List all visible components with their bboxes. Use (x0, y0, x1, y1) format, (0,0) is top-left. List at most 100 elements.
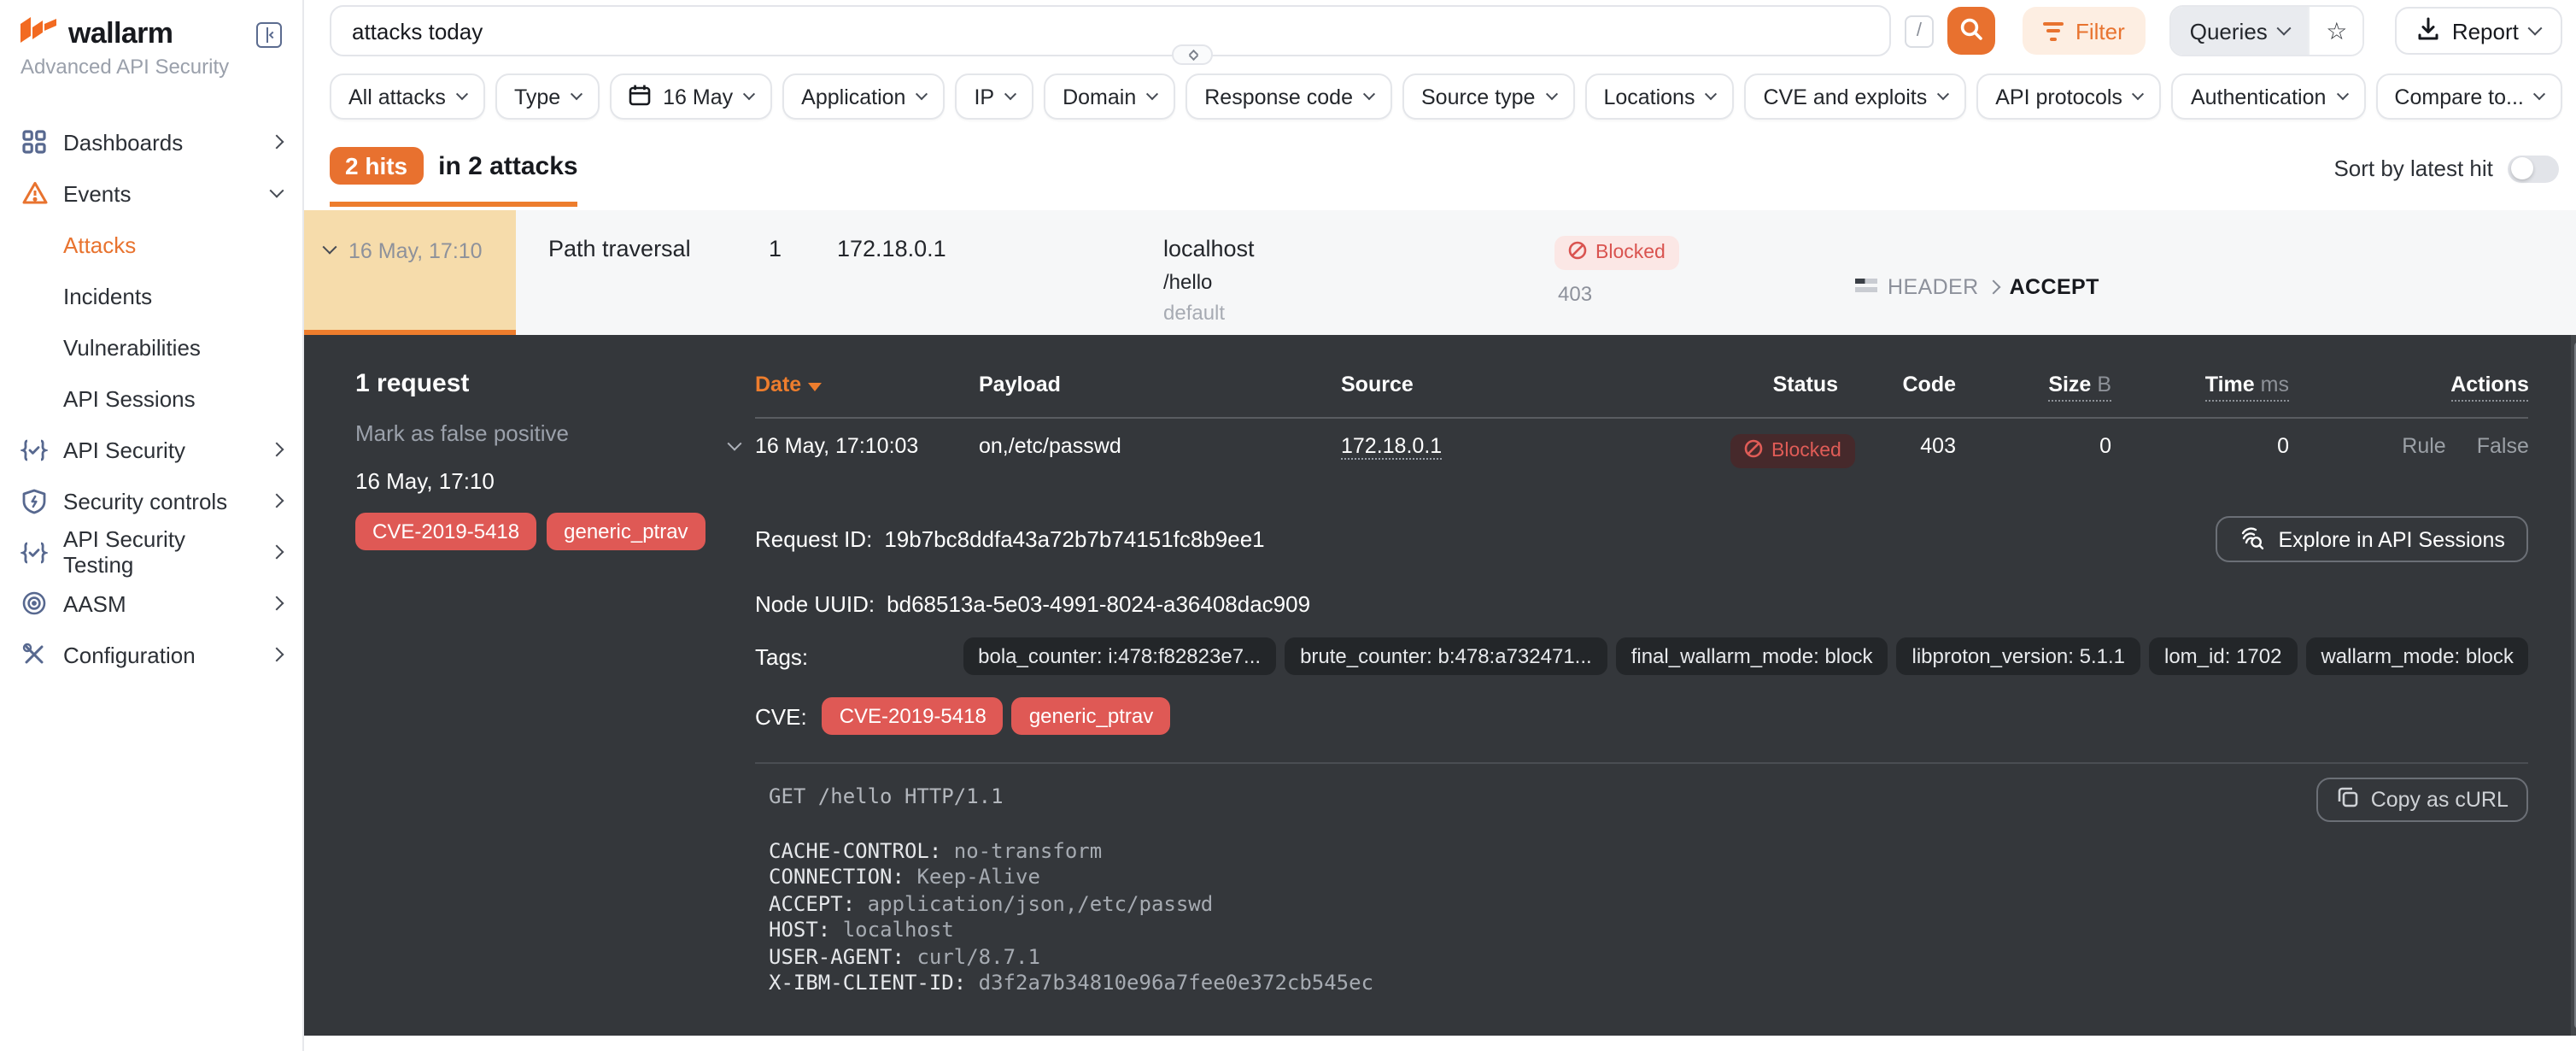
chevron-down-icon (2133, 88, 2145, 100)
cve-chip[interactable]: CVE-2019-5418 (823, 697, 1004, 735)
search-button[interactable] (1947, 7, 1995, 55)
hits-suffix: in 2 attacks (438, 151, 577, 180)
filter-chip-date[interactable]: 16 May (610, 73, 772, 120)
cve-tag[interactable]: CVE-2019-5418 (355, 513, 536, 550)
tag-chip[interactable]: final_wallarm_mode: block (1616, 637, 1888, 675)
sidebar-item-attacks[interactable]: Attacks (20, 219, 282, 270)
sidebar-item-aasm[interactable]: AASM (20, 578, 282, 629)
request-row-date[interactable]: 16 May, 17:10:03 (755, 419, 979, 465)
tag-chip[interactable]: wallarm_mode: block (2305, 637, 2528, 675)
filter-chip-response-code[interactable]: Response code (1186, 73, 1392, 120)
queries-button[interactable]: Queries (2171, 7, 2309, 55)
download-icon (2418, 16, 2440, 45)
source-ip-link[interactable]: 172.18.0.1 (1341, 434, 1442, 460)
sidebar-item-api-security[interactable]: API Security (20, 424, 282, 475)
rule-action-link[interactable]: Rule (2402, 434, 2445, 465)
queries-button-label: Queries (2190, 18, 2268, 44)
http-header-line: ACCEPT: application/json,/etc/passwd (769, 891, 2529, 918)
column-header-date[interactable]: Date (755, 335, 979, 419)
header-key: HOST: (769, 918, 830, 942)
attack-row[interactable]: 16 May, 17:10 Path traversal 1 172.18.0.… (304, 210, 2576, 335)
favorite-star-button[interactable]: ☆ (2309, 7, 2363, 55)
sidebar-item-events[interactable]: Events (20, 167, 282, 219)
filter-chip-all-attacks[interactable]: All attacks (330, 73, 485, 120)
filter-chip-domain[interactable]: Domain (1044, 73, 1175, 120)
header-unit: ms (2261, 373, 2289, 396)
tag-chip[interactable]: lom_id: 1702 (2149, 637, 2297, 675)
chevron-down-icon (270, 184, 284, 198)
filter-button[interactable]: Filter (2023, 7, 2146, 55)
hits-tab[interactable]: 2 hits in 2 attacks (330, 147, 578, 207)
filter-chip-cve-exploits[interactable]: CVE and exploits (1744, 73, 1966, 120)
attack-type[interactable]: Path traversal (516, 210, 769, 335)
request-row-source: 172.18.0.1 (1341, 419, 1730, 465)
sidebar-item-incidents[interactable]: Incidents (20, 270, 282, 321)
cve-chip[interactable]: generic_ptrav (1012, 697, 1170, 735)
sidebar-item-api-sessions[interactable]: API Sessions (20, 373, 282, 424)
sidebar-item-label: Events (63, 180, 132, 206)
false-action-link[interactable]: False (2477, 434, 2529, 465)
filter-chip-api-protocols[interactable]: API protocols (1976, 73, 2162, 120)
chevron-down-icon (1004, 88, 1016, 100)
chevron-down-icon (2336, 88, 2348, 100)
filter-chip-compare-to[interactable]: Compare to... (2375, 73, 2562, 120)
header-label: Payload (979, 373, 1061, 396)
sidebar-item-label: Security controls (63, 488, 227, 514)
attack-domain[interactable]: localhost (1163, 236, 1554, 261)
chevron-down-icon (1146, 88, 1158, 100)
blocked-label: Blocked (1595, 243, 1666, 263)
sidebar-item-label: API Security (63, 437, 185, 462)
report-button[interactable]: Report (2396, 7, 2563, 55)
header-label: Actions (2450, 373, 2529, 402)
header-label: Code (1903, 373, 1957, 396)
wallarm-logo-icon (20, 17, 58, 51)
filter-chip-type[interactable]: Type (495, 73, 600, 120)
request-row-size: 0 (1956, 419, 2111, 465)
header-value: localhost (843, 918, 954, 942)
header-label: Size (2048, 373, 2091, 396)
search-expander-handle[interactable] (1173, 44, 1214, 65)
braces-check-icon (20, 541, 48, 563)
chevron-down-icon (743, 88, 755, 100)
search-icon (1959, 16, 1983, 45)
sidebar-item-security-controls[interactable]: Security controls (20, 475, 282, 526)
column-header-actions[interactable]: Actions (2289, 335, 2529, 419)
node-uuid-row: Node UUID: bd68513a-5e03-4991-8024-a3640… (755, 591, 2529, 617)
header-label: Status (1773, 373, 1838, 396)
search-input[interactable]: attacks today (330, 5, 1891, 56)
filter-chip-application[interactable]: Application (782, 73, 945, 120)
tag-chip[interactable]: libproton_version: 5.1.1 (1897, 637, 2141, 675)
mark-false-positive-link[interactable]: Mark as false positive (355, 420, 755, 446)
tag-chip[interactable]: bola_counter: i:478:f82823e7... (963, 637, 1276, 675)
sort-toggle[interactable] (2509, 155, 2560, 182)
attack-source-ip[interactable]: 172.18.0.1 (837, 210, 1145, 335)
chip-label: Source type (1421, 85, 1535, 109)
chevron-right-icon (270, 596, 284, 611)
header-key: X-IBM-CLIENT-ID: (769, 971, 966, 995)
sidebar-item-configuration[interactable]: Configuration (20, 629, 282, 680)
attack-kind-tag[interactable]: generic_ptrav (547, 513, 705, 550)
column-header-code: Code (1838, 335, 1956, 419)
chip-label: Compare to... (2394, 85, 2523, 109)
blocked-icon (1744, 439, 1763, 463)
requests-table: Date Payload Source Status Code Size B T… (755, 335, 2529, 465)
sidebar-item-api-security-testing[interactable]: API Security Testing (20, 526, 282, 578)
column-header-size[interactable]: Size B (1956, 335, 2111, 419)
column-header-time[interactable]: Time ms (2111, 335, 2289, 419)
explore-api-sessions-button[interactable]: Explore in API Sessions (2215, 516, 2528, 562)
sidebar-item-dashboards[interactable]: Dashboards (20, 116, 282, 167)
braces-check-icon (20, 438, 48, 461)
tag-chip[interactable]: brute_counter: b:478:a732471... (1285, 637, 1607, 675)
attack-application: default (1163, 301, 1554, 325)
filter-chip-authentication[interactable]: Authentication (2172, 73, 2365, 120)
filter-chip-locations[interactable]: Locations (1584, 73, 1734, 120)
attack-date-cell[interactable]: 16 May, 17:10 (304, 210, 516, 335)
hits-count-badge: 2 hits (330, 147, 423, 185)
sidebar-item-vulnerabilities[interactable]: Vulnerabilities (20, 321, 282, 373)
panel-scrollbar[interactable] (2572, 335, 2576, 1036)
copy-as-curl-button[interactable]: Copy as cURL (2316, 778, 2529, 822)
chevron-down-icon (323, 240, 337, 255)
filter-chip-ip[interactable]: IP (955, 73, 1033, 120)
filter-chip-source-type[interactable]: Source type (1402, 73, 1574, 120)
collapse-sidebar-icon[interactable] (256, 21, 282, 47)
